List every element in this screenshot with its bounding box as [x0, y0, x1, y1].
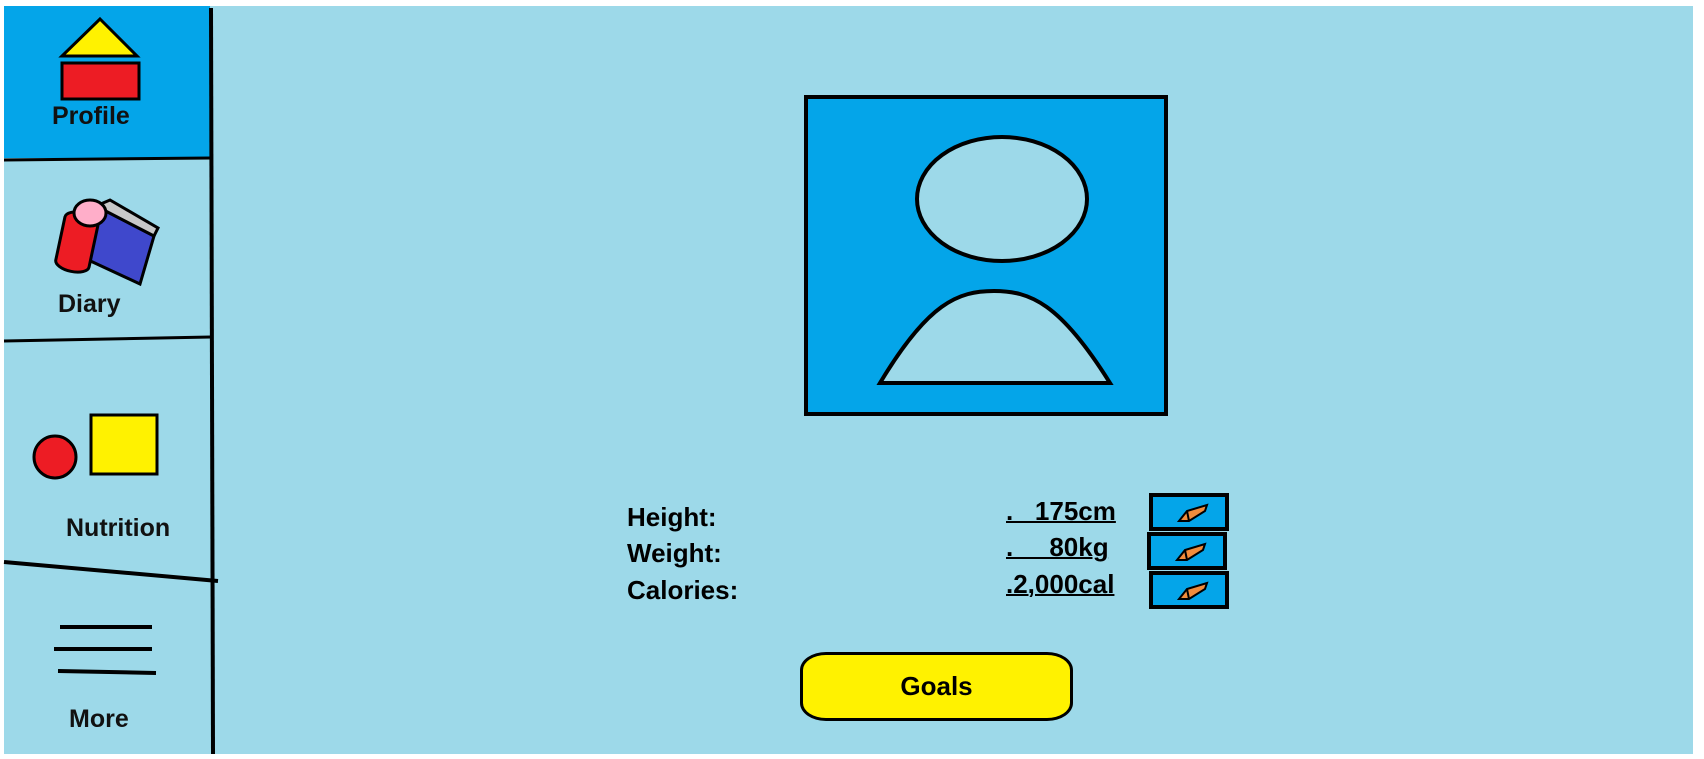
goals-button-label: Goals: [900, 671, 973, 701]
sidebar-item-label: More: [69, 705, 129, 733]
sidebar-item-profile[interactable]: Profile: [4, 6, 210, 158]
profile-screen: Profile Diary Nutrition More Height: . 1…: [0, 0, 1704, 759]
sidebar-item-nutrition[interactable]: Nutrition: [4, 340, 210, 560]
calories-value: .2,000cal: [1006, 569, 1115, 599]
weight-value: . 80kg: [1006, 532, 1109, 562]
diary-icon: [54, 198, 160, 287]
calories-label: Calories:: [627, 575, 739, 605]
hamburger-menu-icon: [54, 625, 157, 675]
sidebar-item-label: Diary: [58, 290, 121, 318]
pencil-icon: [1177, 503, 1209, 522]
home-icon: [58, 16, 141, 101]
edit-weight-button[interactable]: [1147, 532, 1227, 570]
edit-height-button[interactable]: [1149, 493, 1229, 531]
user-avatar-icon: [876, 135, 1114, 385]
weight-label: Weight:: [627, 538, 722, 568]
sidebar-item-label: Nutrition: [66, 514, 171, 542]
avatar[interactable]: [804, 95, 1168, 416]
pencil-icon: [1177, 581, 1209, 600]
goals-button[interactable]: Goals: [800, 652, 1073, 721]
height-value: . 175cm: [1006, 496, 1116, 526]
edit-calories-button[interactable]: [1149, 571, 1229, 609]
pencil-icon: [1175, 542, 1207, 561]
sidebar-item-label: Profile: [52, 102, 130, 130]
nutrition-icon: [32, 413, 159, 480]
sidebar-item-diary[interactable]: Diary: [4, 160, 210, 338]
sidebar-item-more[interactable]: More: [4, 575, 210, 753]
height-label: Height:: [627, 502, 717, 532]
